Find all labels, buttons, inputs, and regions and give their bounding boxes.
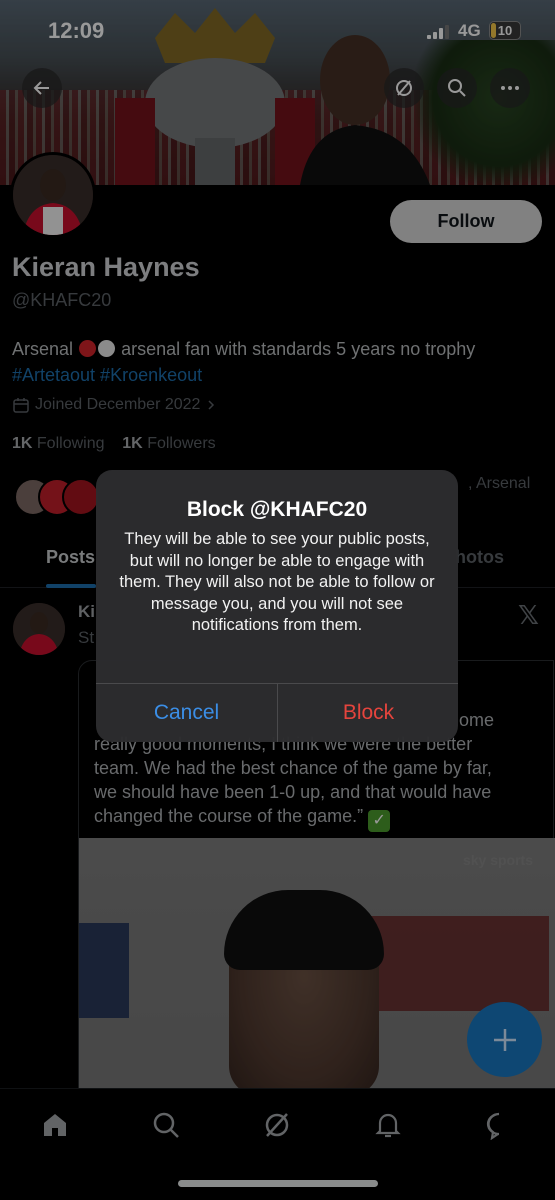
block-dialog: Block @KHAFC20 They will be able to see … [96,470,458,742]
block-button[interactable]: Block [278,684,458,742]
dialog-title: Block @KHAFC20 [186,498,368,521]
dialog-message: They will be able to see your public pos… [119,530,435,634]
cancel-button[interactable]: Cancel [96,684,277,742]
